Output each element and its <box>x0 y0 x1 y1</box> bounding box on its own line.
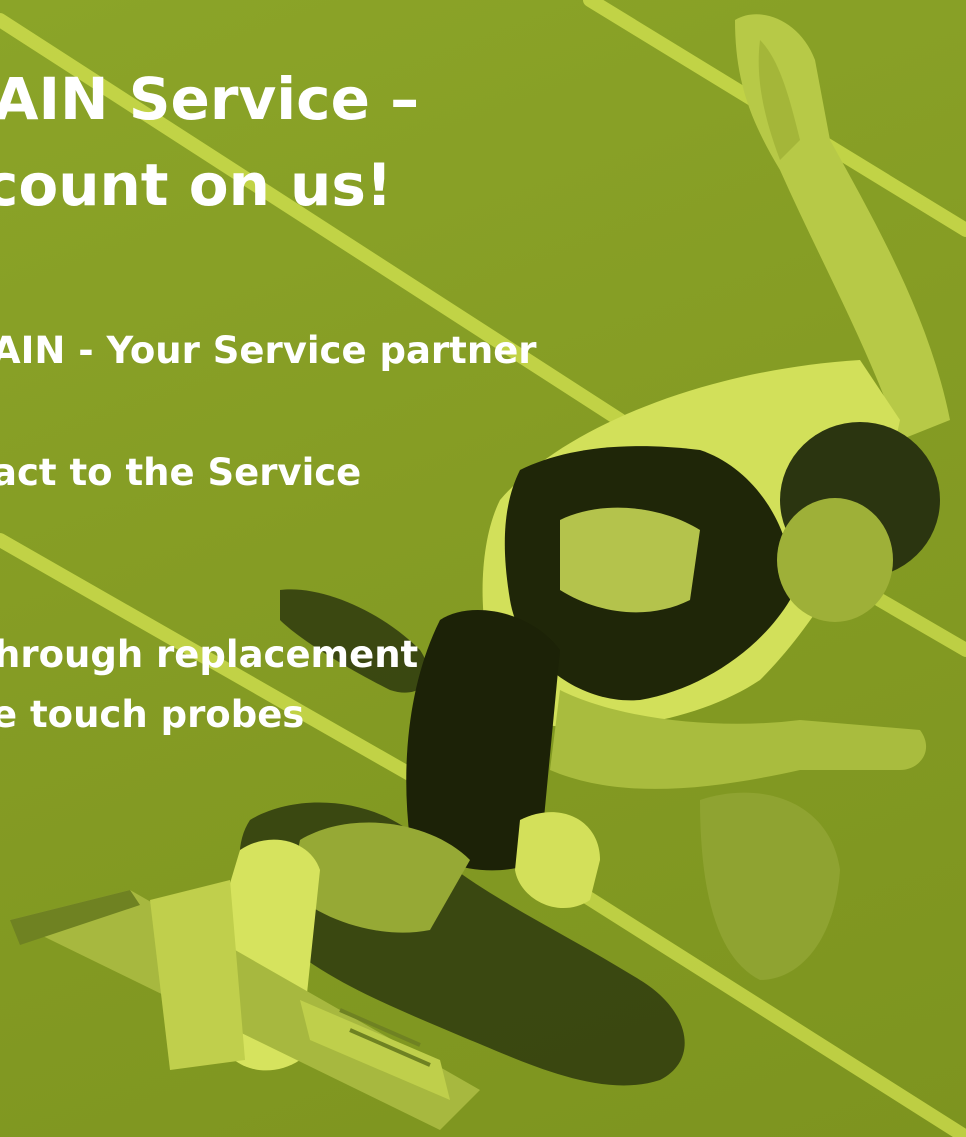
bullet-contact-service: act to the Service <box>0 451 362 494</box>
bullet-replacement-line-1: hrough replacement <box>0 633 419 676</box>
headline-line-2: count on us! <box>0 151 393 219</box>
headline-line-1: IAIN Service – <box>0 65 420 133</box>
bullet-replacement-line-2: e touch probes <box>0 693 305 736</box>
bullet-service-partner: AIN - Your Service partner <box>0 329 537 372</box>
runner-head <box>777 422 940 622</box>
slide-canvas: IAIN Service – count on us! AIN - Your S… <box>0 0 966 1137</box>
